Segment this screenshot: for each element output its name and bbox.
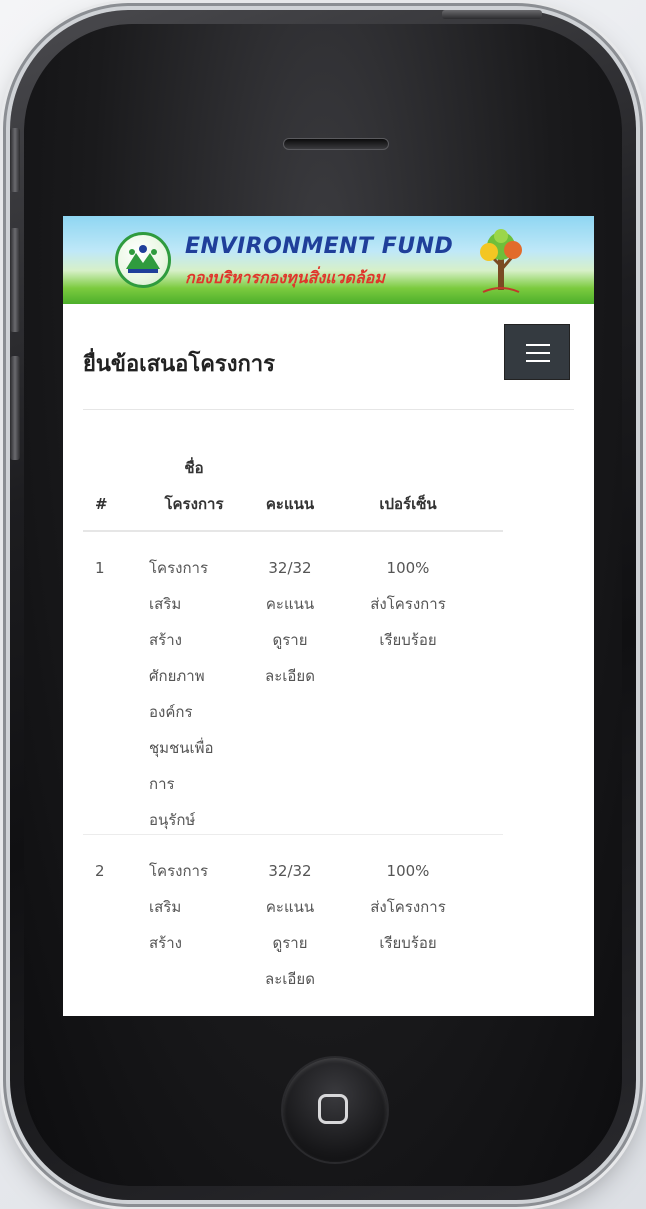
detail-line2: ละเอียด	[265, 667, 315, 685]
percent-value: 100%	[386, 559, 430, 577]
status-line1: ส่งโครงการ	[370, 898, 446, 916]
table-row: 2 โครงการ เสริม สร้าง 32/32 คะแนน ดูราย …	[83, 835, 503, 1016]
percent-value: 100%	[386, 862, 430, 880]
hamburger-icon	[526, 360, 550, 362]
header-name-line1: ชื่อ	[184, 459, 204, 477]
name-line: ชุมชนเพื่อ	[149, 739, 214, 757]
score-unit: คะแนน	[265, 595, 315, 613]
power-button	[442, 10, 542, 19]
header-banner: ENVIRONMENT FUND กองบริหารกองทุนสิ่งแวดล…	[63, 216, 594, 304]
mute-switch	[10, 128, 20, 192]
page-header: ยื่นข้อเสนอโครงการ	[63, 304, 594, 414]
project-table: # ชื่อ โครงการ คะแนน เปอร์เซ็น 1 โครงการ…	[83, 444, 503, 1016]
name-line: สร้าง	[149, 631, 182, 649]
row-project-name: โครงการ เสริม สร้าง	[149, 853, 254, 961]
row-score: 32/32 คะแนน ดูราย ละเอียด	[255, 853, 325, 997]
environment-fund-logo-icon	[115, 232, 171, 288]
header-num: #	[95, 495, 108, 513]
banner-title: ENVIRONMENT FUND	[185, 234, 454, 259]
header-divider	[83, 409, 574, 410]
name-line: องค์กร	[149, 703, 193, 721]
hamburger-icon	[526, 352, 550, 354]
header-name: ชื่อ โครงการ	[149, 450, 239, 522]
row-num: 1	[95, 559, 105, 577]
name-line: อนุรักษ์	[149, 811, 196, 829]
home-button[interactable]	[283, 1058, 387, 1162]
volume-up-button	[10, 228, 20, 332]
row-project-name: โครงการ เสริม สร้าง ศักยภาพ องค์กร ชุมชน…	[149, 550, 254, 838]
table-header: # ชื่อ โครงการ คะแนน เปอร์เซ็น	[83, 444, 503, 532]
banner-subtitle: กองบริหารกองทุนสิ่งแวดล้อม	[185, 268, 385, 287]
status-line1: ส่งโครงการ	[370, 595, 446, 613]
phone-screen: ENVIRONMENT FUND กองบริหารกองทุนสิ่งแวดล…	[63, 216, 594, 1016]
row-score: 32/32 คะแนน ดูราย ละเอียด	[255, 550, 325, 694]
status-line2: เรียบร้อย	[379, 631, 437, 649]
score-value: 32/32	[268, 559, 312, 577]
page-title: ยื่นข้อเสนอโครงการ	[83, 352, 275, 377]
hamburger-icon	[526, 344, 550, 346]
row-percent: 100% ส่งโครงการ เรียบร้อย	[343, 853, 473, 961]
table-row: 1 โครงการ เสริม สร้าง ศักยภาพ องค์กร ชุม…	[83, 532, 503, 835]
view-detail-link[interactable]: ดูราย ละเอียด	[255, 622, 325, 694]
header-name-line2: โครงการ	[164, 495, 224, 513]
name-line: เสริม	[149, 898, 182, 916]
status-line2: เรียบร้อย	[379, 934, 437, 952]
home-square-icon	[318, 1094, 348, 1124]
detail-line2: ละเอียด	[265, 970, 315, 988]
tree-icon	[473, 226, 529, 300]
name-line: โครงการ	[149, 862, 209, 880]
menu-toggle-button[interactable]	[504, 324, 570, 380]
name-line: ศักยภาพ	[149, 667, 205, 685]
name-line: เสริม	[149, 595, 182, 613]
name-line: การ	[149, 775, 175, 793]
view-detail-link[interactable]: ดูราย ละเอียด	[255, 925, 325, 997]
detail-line1: ดูราย	[272, 934, 308, 952]
detail-line1: ดูราย	[272, 631, 308, 649]
row-num: 2	[95, 862, 105, 880]
row-percent: 100% ส่งโครงการ เรียบร้อย	[343, 550, 473, 658]
score-value: 32/32	[268, 862, 312, 880]
name-line: โครงการ	[149, 559, 209, 577]
score-unit: คะแนน	[265, 898, 315, 916]
volume-down-button	[10, 356, 20, 460]
logo-mark-icon	[126, 245, 160, 273]
header-score: คะแนน	[265, 495, 315, 513]
header-percent: เปอร์เซ็น	[379, 495, 437, 513]
name-line: สร้าง	[149, 934, 182, 952]
speaker-grille	[283, 138, 389, 150]
